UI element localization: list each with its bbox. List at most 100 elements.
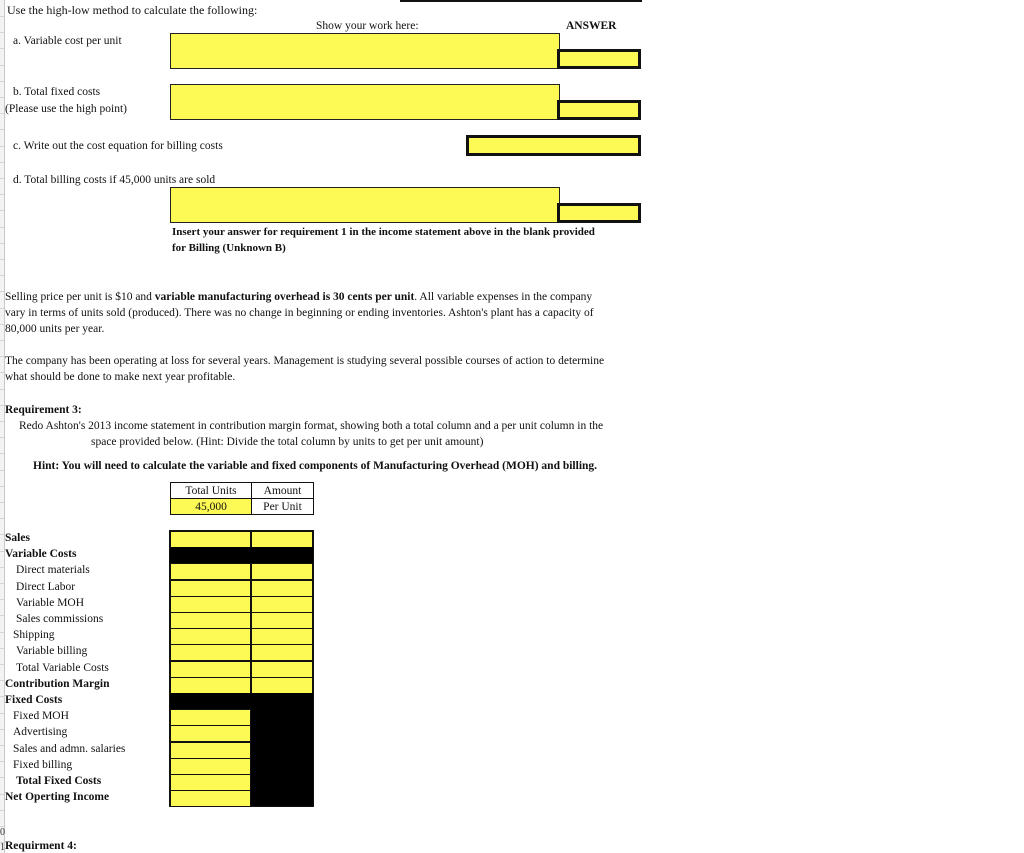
per-unit-input[interactable] bbox=[251, 644, 313, 661]
facts-paragraph-1-line-2: vary in terms of units sold (produced). … bbox=[5, 307, 594, 319]
income-statement-label: Sales commissions bbox=[16, 613, 104, 625]
total-amount-input[interactable] bbox=[170, 596, 251, 613]
per-unit-blocked-cell bbox=[251, 774, 313, 791]
row-gridline bbox=[0, 389, 4, 390]
section-header-black-bar bbox=[170, 693, 313, 710]
income-statement-label: Direct Labor bbox=[16, 581, 76, 593]
total-units-header: Total Units bbox=[170, 482, 252, 499]
row-gridline bbox=[0, 275, 4, 276]
row-gridline bbox=[0, 113, 4, 114]
row-gridline bbox=[0, 372, 4, 373]
per-unit-input[interactable] bbox=[251, 531, 313, 548]
question-d-work-box[interactable] bbox=[170, 187, 560, 223]
requirement-3-line-1: Redo Ashton's 2013 income statement in c… bbox=[19, 420, 604, 432]
row-gridline bbox=[0, 567, 4, 568]
question-d-answer-box[interactable] bbox=[557, 203, 641, 223]
per-unit-blocked-cell bbox=[251, 742, 313, 759]
question-a-work-box[interactable] bbox=[170, 33, 560, 69]
insert-note-line2: for Billing (Unknown B) bbox=[172, 242, 286, 254]
per-unit-input[interactable] bbox=[251, 580, 313, 597]
question-c-label: c. Write out the cost equation for billi… bbox=[13, 140, 223, 152]
question-c-answer-box[interactable] bbox=[466, 135, 641, 156]
row-gridline bbox=[0, 162, 4, 163]
row-gridline bbox=[0, 291, 4, 292]
per-unit-input[interactable] bbox=[251, 661, 313, 678]
facts-paragraph-2-line-1: The company has been operating at loss f… bbox=[5, 355, 605, 367]
row-gridline bbox=[0, 437, 4, 438]
amount-header: Amount bbox=[251, 482, 314, 499]
per-unit-input[interactable] bbox=[251, 628, 313, 645]
income-statement-label: Fixed billing bbox=[13, 759, 73, 771]
total-amount-input[interactable] bbox=[170, 709, 251, 726]
total-amount-input[interactable] bbox=[170, 742, 251, 759]
income-statement-label: Sales bbox=[5, 532, 30, 544]
question-a-label: a. Variable cost per unit bbox=[13, 35, 122, 47]
per-unit-input[interactable] bbox=[251, 596, 313, 613]
total-units-input[interactable]: 45,000 bbox=[170, 498, 252, 515]
facts-paragraph-1-line-3: 80,000 units per year. bbox=[5, 323, 105, 335]
income-statement-label: Direct materials bbox=[16, 564, 90, 576]
row-gridline bbox=[0, 810, 4, 811]
question-b-answer-box[interactable] bbox=[557, 100, 641, 120]
question-a-answer-box[interactable] bbox=[557, 49, 641, 69]
row-gridline bbox=[0, 405, 4, 406]
row-gridline bbox=[0, 421, 4, 422]
per-unit-input[interactable] bbox=[251, 563, 313, 580]
row-gridline bbox=[0, 32, 4, 33]
row-gridline bbox=[0, 324, 4, 325]
requirement-3-line-2: space provided below. (Hint: Divide the … bbox=[91, 436, 484, 448]
income-statement-label: Total Variable Costs bbox=[16, 662, 109, 674]
total-amount-input[interactable] bbox=[170, 758, 251, 775]
row-gridline bbox=[0, 356, 4, 357]
total-amount-input[interactable] bbox=[170, 531, 251, 548]
total-amount-input[interactable] bbox=[170, 725, 251, 742]
row-gridline bbox=[0, 16, 4, 17]
per-unit-blocked-cell bbox=[251, 709, 313, 726]
total-amount-input[interactable] bbox=[170, 612, 251, 629]
total-amount-input[interactable] bbox=[170, 563, 251, 580]
facts-p1-pre: Selling price per unit is $10 and bbox=[5, 291, 155, 303]
question-d-label: d. Total billing costs if 45,000 units a… bbox=[13, 174, 216, 186]
row-gridline bbox=[0, 470, 4, 471]
requirement-3-title: Requirement 3: bbox=[5, 404, 82, 416]
income-statement-label: Total Fixed Costs bbox=[16, 775, 102, 787]
row-gridline bbox=[0, 632, 4, 633]
facts-paragraph-2-line-2: what should be done to make next year pr… bbox=[5, 371, 236, 383]
per-unit-input[interactable] bbox=[251, 612, 313, 629]
income-statement-label: Variable MOH bbox=[16, 597, 85, 609]
total-amount-input[interactable] bbox=[170, 661, 251, 678]
total-amount-input[interactable] bbox=[170, 644, 251, 661]
facts-p1-bold: variable manufacturing overhead is 30 ce… bbox=[154, 291, 415, 303]
row-gridline bbox=[0, 453, 4, 454]
income-statement-label: Contribution Margin bbox=[5, 678, 110, 690]
row-gridline bbox=[0, 696, 4, 697]
total-amount-input[interactable] bbox=[170, 628, 251, 645]
row-gridline bbox=[0, 259, 4, 260]
intro-title: Use the high-low method to calculate the… bbox=[7, 3, 258, 17]
income-statement-label: Variable billing bbox=[16, 645, 88, 657]
units-header-table: Total Units Amount 45,000 Per Unit bbox=[170, 482, 314, 515]
row-header-gutter bbox=[0, 0, 5, 853]
income-statement-label: Net Operting Income bbox=[5, 791, 110, 803]
row-gridline bbox=[0, 599, 4, 600]
row-gridline bbox=[0, 97, 4, 98]
row-gridline bbox=[0, 81, 4, 82]
total-amount-input[interactable] bbox=[170, 677, 251, 694]
row-gridline bbox=[0, 648, 4, 649]
row-gridline bbox=[0, 340, 4, 341]
row-gridline bbox=[0, 194, 4, 195]
income-statement-label: Variable Costs bbox=[5, 548, 77, 560]
row-gridline bbox=[0, 794, 4, 795]
question-b-work-box[interactable] bbox=[170, 84, 560, 120]
total-amount-input[interactable] bbox=[170, 580, 251, 597]
per-unit-input[interactable] bbox=[251, 677, 313, 694]
per-unit-header: Per Unit bbox=[251, 498, 314, 515]
top-border-line bbox=[400, 0, 642, 2]
row-gridline bbox=[0, 615, 4, 616]
row-gridline bbox=[0, 502, 4, 503]
total-amount-input[interactable] bbox=[170, 774, 251, 791]
insert-note-line1: Insert your answer for requirement 1 in … bbox=[172, 226, 595, 238]
total-amount-input[interactable] bbox=[170, 790, 251, 807]
question-b-label: b. Total fixed costs bbox=[13, 86, 101, 98]
row-gridline bbox=[0, 48, 4, 49]
